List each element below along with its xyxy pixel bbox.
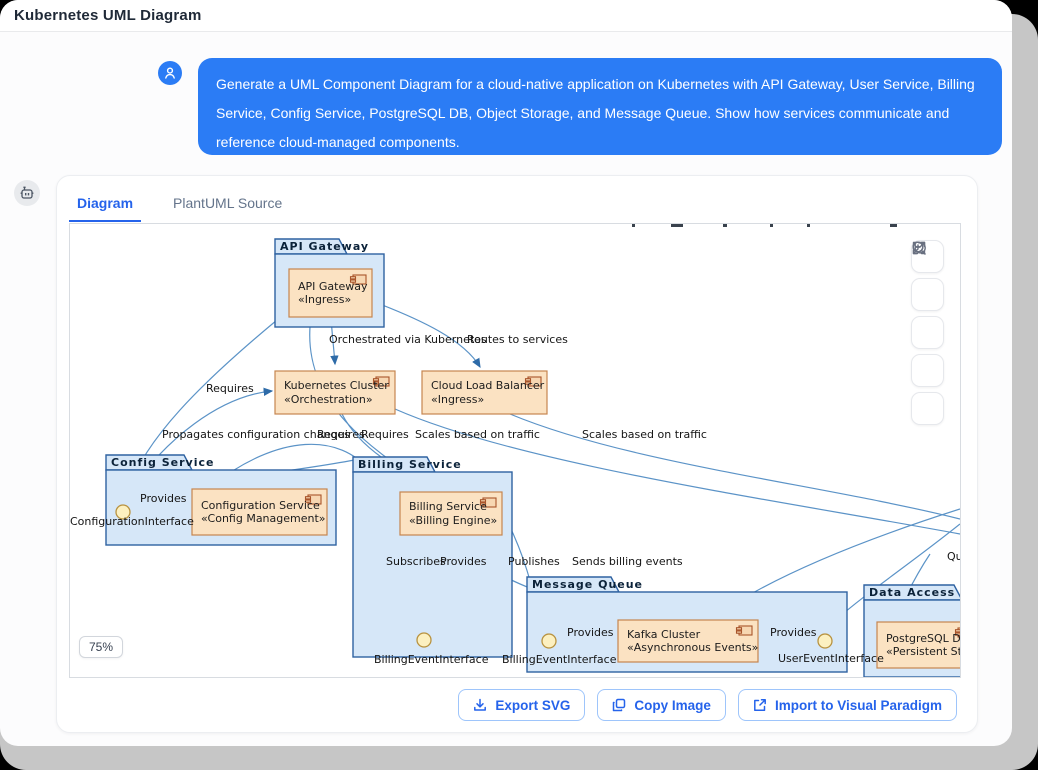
copy-image-label: Copy Image [634,698,711,713]
edge-label: Provides [140,492,187,505]
interface-label: ConfigurationInterface [70,515,194,528]
edge-label: Qu [947,550,961,563]
copy-image-button[interactable]: Copy Image [597,689,726,721]
interface-label: BillingEventInterface [374,653,489,666]
package-label: Message Queue [532,578,643,591]
zoom-level-badge: 75% [79,636,123,658]
interface-billing-event-1 [417,633,431,647]
zoom-out-button[interactable] [911,278,944,311]
titlebar: Kubernetes UML Diagram [0,0,1012,32]
component-text: PostgreSQL DB «Persistent Storage» [877,622,961,668]
component-text: Configuration Service «Config Management… [192,489,336,535]
package-label: API Gateway [280,240,369,253]
download-icon [473,698,487,712]
edge-label: Provides [770,626,817,639]
export-svg-button[interactable]: Export SVG [458,689,585,721]
fit-view-button[interactable] [911,354,944,387]
component-text: Billing Service «Billing Engine» [400,492,511,535]
interface-user-event [818,634,832,648]
interface-label: BillingEventInterface [502,653,617,666]
user-icon [163,66,177,80]
package-label: Billing Service [358,458,462,471]
interface-billing-event-2 [542,634,556,648]
robot-icon [19,185,35,201]
tab-plantuml-source[interactable]: PlantUML Source [165,183,290,222]
tab-bar: Diagram PlantUML Source [69,176,290,222]
edge-label: Provides [567,626,614,639]
export-svg-label: Export SVG [495,698,570,713]
copy-icon [612,698,626,712]
diagram-canvas[interactable]: API Gateway Config Service Billing Servi… [69,223,961,678]
component-text: API Gateway «Ingress» [289,269,381,317]
assistant-avatar [14,180,40,206]
diagram-card: Diagram PlantUML Source [56,175,978,733]
edge-label: Publishes [508,555,560,568]
user-message-bubble: Generate a UML Component Diagram for a c… [198,58,1002,155]
edge-label: Requires [317,428,365,441]
edge-label: Subscribes [386,555,446,568]
screenshot-stage: Kubernetes UML Diagram Generate a UML Co… [0,0,1038,770]
zoom-toolbar [911,240,944,425]
uml-shapes-layer [70,224,960,677]
edge-label: Orchestrated via Kubernetes [329,333,487,346]
import-visual-paradigm-label: Import to Visual Paradigm [775,698,942,713]
package-label: Config Service [111,456,214,469]
reset-view-button[interactable] [911,316,944,349]
component-text: Kubernetes Cluster «Orchestration» [275,371,404,414]
page-title: Kubernetes UML Diagram [14,7,202,24]
edge-label: Routes to services [467,333,568,346]
edge-label: Scales based on traffic [415,428,540,441]
edge-label: Sends billing events [572,555,683,568]
component-text: Kafka Cluster «Asynchronous Events» [618,620,767,662]
edge-label: Requires [361,428,409,441]
fullscreen-button[interactable] [911,392,944,425]
component-text: Cloud Load Balancer «Ingress» [422,371,556,414]
action-bar: Export SVG Copy Image Import to Visual P… [458,689,957,721]
app-window: Kubernetes UML Diagram Generate a UML Co… [0,0,1012,746]
edge-label: Provides [440,555,487,568]
package-label: Data Access Layer [869,586,961,599]
tab-diagram[interactable]: Diagram [69,183,141,222]
user-avatar [158,61,182,85]
import-visual-paradigm-button[interactable]: Import to Visual Paradigm [738,689,957,721]
edge-label: Requires [206,382,254,395]
fullscreen-icon [911,240,927,256]
external-link-icon [753,698,767,712]
edge-label: Scales based on traffic [582,428,707,441]
interface-label: UserEventInterface [778,652,884,665]
